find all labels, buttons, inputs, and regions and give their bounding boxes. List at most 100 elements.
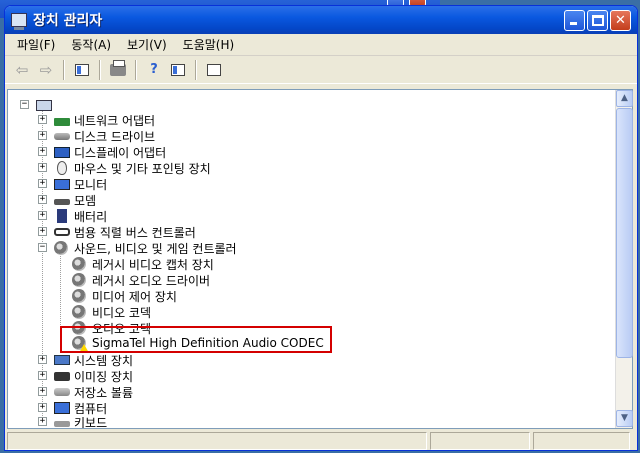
tree-item-network[interactable]: + 네트워크 어댑터 xyxy=(38,112,155,128)
red-highlight-box xyxy=(60,326,332,353)
expand-toggle[interactable]: + xyxy=(38,387,47,396)
computer-root-icon xyxy=(36,99,52,111)
tree-item-label: 범용 직렬 버스 컨트롤러 xyxy=(74,225,196,240)
tree-item-modem[interactable]: + 모뎀 xyxy=(38,192,96,208)
close-button[interactable]: ✕ xyxy=(610,10,631,31)
scan-hardware-button[interactable] xyxy=(203,59,225,81)
tree-line xyxy=(60,253,61,335)
tree-item-label: 키보드 xyxy=(74,415,108,429)
expand-toggle[interactable]: + xyxy=(38,211,47,220)
sound-device-icon xyxy=(72,289,86,303)
expand-toggle[interactable]: + xyxy=(38,403,47,412)
tree-item-storage[interactable]: + 저장소 볼륨 xyxy=(38,384,133,400)
sound-device-icon xyxy=(72,273,86,287)
modem-icon xyxy=(54,199,70,205)
vertical-scrollbar[interactable]: ▲ ▼ xyxy=(615,90,633,428)
scroll-up-button[interactable]: ▲ xyxy=(616,90,633,107)
tree-item-imaging[interactable]: + 이미징 장치 xyxy=(38,368,133,384)
toolbar-separator xyxy=(135,59,137,80)
tree-subitem[interactable]: 레거시 오디오 드라이버 xyxy=(72,272,210,288)
tree-item-keyboard[interactable]: + 키보드 xyxy=(38,414,107,428)
menu-action[interactable]: 동작(A) xyxy=(63,35,119,55)
sound-device-icon xyxy=(72,305,86,319)
show-hide-console-tree-button[interactable] xyxy=(71,59,93,81)
computer-icon xyxy=(54,402,70,414)
tree-item-mouse[interactable]: + 마우스 및 기타 포인팅 장치 xyxy=(38,160,211,176)
help-button[interactable] xyxy=(167,59,189,81)
collapse-toggle[interactable]: − xyxy=(38,243,47,252)
monitor-icon xyxy=(54,178,70,190)
scroll-down-button[interactable]: ▼ xyxy=(616,410,633,427)
printer-icon xyxy=(110,59,126,76)
forward-arrow-icon: ⇨ xyxy=(39,60,53,79)
expand-toggle[interactable]: + xyxy=(38,115,47,124)
tree-item-label: 사운드, 비디오 및 게임 컨트롤러 xyxy=(74,241,237,256)
tree-subitem[interactable]: 비디오 코덱 xyxy=(72,304,151,320)
tree-item-sound[interactable]: − 사운드, 비디오 및 게임 컨트롤러 xyxy=(38,240,237,256)
chevron-down-icon: ▼ xyxy=(621,413,628,423)
tree-root[interactable]: − xyxy=(20,97,56,113)
sound-device-icon xyxy=(72,257,86,271)
expand-toggle[interactable]: + xyxy=(38,163,47,172)
expand-toggle[interactable]: + xyxy=(38,195,47,204)
collapse-toggle[interactable]: − xyxy=(20,100,29,109)
tree-subitem-label: 레거시 오디오 드라이버 xyxy=(92,273,211,288)
tree-subitem[interactable]: 미디어 제어 장치 xyxy=(72,288,177,304)
menu-help[interactable]: 도움말(H) xyxy=(175,35,243,55)
expand-toggle[interactable]: + xyxy=(38,355,47,364)
tree-item-system[interactable]: + 시스템 장치 xyxy=(38,352,133,368)
keyboard-icon xyxy=(54,421,70,427)
tree-item-usb[interactable]: + 범용 직렬 버스 컨트롤러 xyxy=(38,224,196,240)
toolbar-separator xyxy=(195,59,197,80)
tree-item-label: 이미징 장치 xyxy=(74,369,134,384)
expand-toggle[interactable]: + xyxy=(38,131,47,140)
print-button[interactable] xyxy=(107,59,129,81)
tree-subitem-label: 레거시 비디오 캡처 장치 xyxy=(92,257,214,272)
display-adapter-icon xyxy=(54,146,70,158)
tree-item-label: 시스템 장치 xyxy=(74,353,134,368)
expand-toggle[interactable]: + xyxy=(38,147,47,156)
scrollbar-thumb[interactable] xyxy=(616,108,633,358)
tree-subitem[interactable]: 레거시 비디오 캡처 장치 xyxy=(72,256,214,272)
toolbar-separator xyxy=(63,59,65,80)
help-pane-icon xyxy=(171,63,185,76)
status-pane-tertiary xyxy=(533,432,630,450)
tree-item-label: 마우스 및 기타 포인팅 장치 xyxy=(74,161,211,176)
battery-icon xyxy=(57,209,67,223)
expand-toggle[interactable]: + xyxy=(38,227,47,236)
toolbar-separator xyxy=(99,59,101,80)
usb-icon xyxy=(54,228,70,236)
properties-icon: ? xyxy=(150,62,158,77)
tree-item-monitor[interactable]: + 모니터 xyxy=(38,176,107,192)
expand-toggle[interactable]: + xyxy=(38,417,47,426)
console-tree-icon xyxy=(75,63,89,76)
window-title: 장치 관리자 xyxy=(33,13,103,29)
properties-button[interactable]: ? xyxy=(143,59,165,81)
tree-item-battery[interactable]: + 배터리 xyxy=(38,208,107,224)
status-pane-main xyxy=(7,432,427,450)
imaging-device-icon xyxy=(54,371,70,381)
tree-item-label: 디스플레이 어댑터 xyxy=(74,145,167,160)
maximize-icon xyxy=(592,15,604,26)
menu-bar: 파일(F) 동작(A) 보기(V) 도움말(H) xyxy=(5,34,637,56)
expand-toggle[interactable]: + xyxy=(38,179,47,188)
expand-toggle[interactable]: + xyxy=(38,371,47,380)
sound-icon xyxy=(54,241,68,255)
tree-subitem-label: 미디어 제어 장치 xyxy=(92,289,177,304)
close-icon: ✕ xyxy=(615,13,626,28)
tree-item-label: 저장소 볼륨 xyxy=(74,385,134,400)
minimize-icon xyxy=(570,22,577,25)
forward-button[interactable]: ⇨ xyxy=(35,59,57,81)
tree-item-display[interactable]: + 디스플레이 어댑터 xyxy=(38,144,166,160)
chevron-up-icon: ▲ xyxy=(621,93,628,103)
menu-file[interactable]: 파일(F) xyxy=(9,35,63,55)
status-bar xyxy=(7,432,633,450)
tree-item-label: 모니터 xyxy=(74,177,108,192)
maximize-button[interactable] xyxy=(587,10,608,31)
minimize-button[interactable] xyxy=(564,10,585,31)
tree-item-disk[interactable]: + 디스크 드라이브 xyxy=(38,128,155,144)
back-button[interactable]: ⇦ xyxy=(11,59,33,81)
disk-drive-icon xyxy=(54,132,70,140)
menu-view[interactable]: 보기(V) xyxy=(119,35,175,55)
system-device-icon xyxy=(54,355,70,365)
